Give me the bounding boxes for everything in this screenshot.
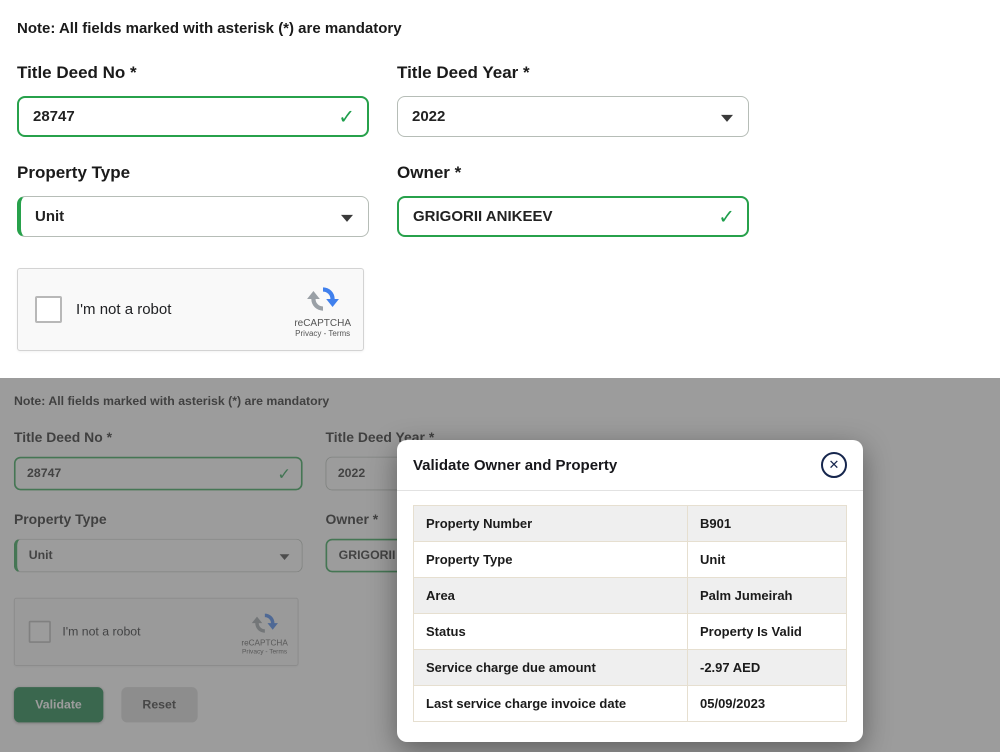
recaptcha-brand: reCAPTCHA Privacy - Terms: [294, 282, 351, 338]
owner-label: Owner *: [397, 163, 749, 183]
recaptcha-label: I'm not a robot: [76, 301, 171, 318]
title-deed-no-value: 28747: [33, 108, 75, 125]
row-value: Unit: [688, 542, 846, 577]
row-value: 05/09/2023: [688, 686, 846, 721]
table-row: Area Palm Jumeirah: [414, 577, 846, 613]
row-value: B901: [688, 506, 846, 541]
row-label: Property Number: [414, 506, 688, 541]
owner-input[interactable]: GRIGORII ANIKEEV ✓: [397, 196, 749, 237]
modal-section: Note: All fields marked with asterisk (*…: [0, 378, 1000, 752]
recaptcha-checkbox[interactable]: [35, 296, 62, 323]
title-deed-no-label: Title Deed No *: [17, 63, 369, 83]
privacy-terms-links[interactable]: Privacy - Terms: [294, 329, 351, 338]
recaptcha-name: reCAPTCHA: [294, 318, 351, 329]
property-type-field: Property Type Unit: [17, 163, 369, 237]
title-deed-no-input[interactable]: 28747 ✓: [17, 96, 369, 137]
row-label: Last service charge invoice date: [414, 686, 688, 721]
form-section: Note: All fields marked with asterisk (*…: [0, 0, 1000, 378]
check-icon: ✓: [718, 204, 735, 229]
row-label: Service charge due amount: [414, 650, 688, 685]
property-type-label: Property Type: [17, 163, 369, 183]
title-deed-year-select[interactable]: 2022: [397, 96, 749, 137]
chevron-down-icon: [341, 214, 353, 221]
title-deed-year-label: Title Deed Year *: [397, 63, 749, 83]
table-row: Status Property Is Valid: [414, 613, 846, 649]
owner-field: Owner * GRIGORII ANIKEEV ✓: [397, 163, 749, 237]
title-deed-no-field: Title Deed No * 28747 ✓: [17, 63, 369, 137]
page: Note: All fields marked with asterisk (*…: [0, 0, 1000, 752]
recaptcha-widget: I'm not a robot reCAPTCHA Privacy - Term…: [17, 268, 364, 351]
modal-body: Property Number B901 Property Type Unit …: [397, 491, 863, 742]
validate-result-modal: Validate Owner and Property ✕ Property N…: [397, 440, 863, 742]
title-deed-year-value: 2022: [412, 108, 445, 125]
row-label: Status: [414, 614, 688, 649]
chevron-down-icon: [721, 114, 733, 121]
title-deed-year-field: Title Deed Year * 2022: [397, 63, 749, 137]
table-row: Property Type Unit: [414, 541, 846, 577]
table-row: Last service charge invoice date 05/09/2…: [414, 685, 846, 721]
modal-header: Validate Owner and Property ✕: [397, 440, 863, 491]
table-row: Property Number B901: [414, 506, 846, 541]
mandatory-note: Note: All fields marked with asterisk (*…: [17, 20, 1000, 37]
property-type-select[interactable]: Unit: [17, 196, 369, 237]
owner-value: GRIGORII ANIKEEV: [413, 208, 552, 225]
check-icon: ✓: [338, 104, 355, 129]
row-label: Area: [414, 578, 688, 613]
modal-title: Validate Owner and Property: [413, 457, 617, 474]
row-value: Palm Jumeirah: [688, 578, 846, 613]
row-value: -2.97 AED: [688, 650, 846, 685]
result-table: Property Number B901 Property Type Unit …: [413, 505, 847, 722]
row-label: Property Type: [414, 542, 688, 577]
close-icon[interactable]: ✕: [821, 452, 847, 478]
table-row: Service charge due amount -2.97 AED: [414, 649, 846, 685]
row-value: Property Is Valid: [688, 614, 846, 649]
property-type-value: Unit: [35, 208, 64, 225]
recaptcha-logo-icon: [306, 282, 340, 316]
